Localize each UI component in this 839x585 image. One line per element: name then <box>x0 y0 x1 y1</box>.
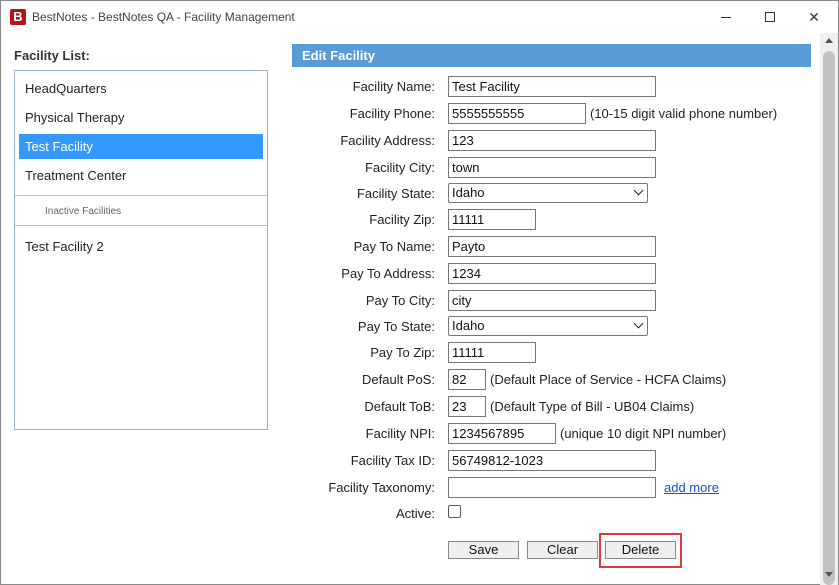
active-checkbox[interactable] <box>448 505 461 518</box>
close-button[interactable]: ✕ <box>792 5 836 29</box>
delete-highlight-box <box>599 533 682 568</box>
minimize-button[interactable] <box>704 5 748 29</box>
facility-state-value: Idaho <box>452 185 485 200</box>
default-tob-hint: (Default Type of Bill - UB04 Claims) <box>490 399 695 414</box>
vertical-scrollbar[interactable] <box>820 33 838 585</box>
facility-npi-label: Facility NPI: <box>365 426 435 441</box>
pay-to-state-label: Pay To State: <box>357 319 435 334</box>
list-divider <box>15 225 267 226</box>
facility-name-row: Facility Name: <box>292 76 811 98</box>
facility-npi-row: Facility NPI: (unique 10 digit NPI numbe… <box>292 423 811 445</box>
facility-management-window: B BestNotes - BestNotes QA - Facility Ma… <box>0 0 839 585</box>
facility-phone-label: Facility Phone: <box>349 106 435 121</box>
pay-to-address-label: Pay To Address: <box>341 266 435 281</box>
title-bar: B BestNotes - BestNotes QA - Facility Ma… <box>1 1 838 33</box>
pay-to-name-row: Pay To Name: <box>292 236 811 258</box>
facility-phone-input[interactable] <box>448 103 586 124</box>
pay-to-address-row: Pay To Address: <box>292 263 811 285</box>
save-button[interactable]: Save <box>448 541 519 559</box>
scroll-down-arrow-icon[interactable] <box>825 572 833 577</box>
minimize-icon <box>721 16 731 18</box>
facility-list: HeadQuarters Physical Therapy Test Facil… <box>14 70 268 430</box>
pay-to-zip-label: Pay To Zip: <box>370 345 435 360</box>
facility-phone-row: Facility Phone: (10-15 digit valid phone… <box>292 103 811 125</box>
pay-to-name-input[interactable] <box>448 236 656 257</box>
default-pos-input[interactable] <box>448 369 486 390</box>
pay-to-state-value: Idaho <box>452 318 485 333</box>
list-item-headquarters[interactable]: HeadQuarters <box>19 76 263 101</box>
facility-address-label: Facility Address: <box>340 133 435 148</box>
edit-facility-header: Edit Facility <box>292 44 811 67</box>
facility-name-label: Facility Name: <box>352 79 435 94</box>
list-item-physical-therapy[interactable]: Physical Therapy <box>19 105 263 130</box>
facility-address-input[interactable] <box>448 130 656 151</box>
default-tob-input[interactable] <box>448 396 486 417</box>
bestnotes-logo-icon: B <box>10 9 26 25</box>
list-item-treatment-center[interactable]: Treatment Center <box>19 163 263 188</box>
pay-to-zip-row: Pay To Zip: <box>292 342 811 364</box>
facility-city-row: Facility City: <box>292 157 811 179</box>
active-label: Active: <box>395 506 435 521</box>
default-pos-label: Default PoS: <box>362 372 435 387</box>
close-icon: ✕ <box>808 8 820 25</box>
facility-state-select[interactable]: Idaho <box>448 183 648 203</box>
facility-zip-row: Facility Zip: <box>292 209 811 231</box>
scroll-up-arrow-icon[interactable] <box>825 38 833 43</box>
pay-to-name-label: Pay To Name: <box>353 239 435 254</box>
list-item-test-facility-2[interactable]: Test Facility 2 <box>19 234 263 259</box>
facility-tax-id-row: Facility Tax ID: <box>292 450 811 472</box>
facility-tax-id-label: Facility Tax ID: <box>350 453 435 468</box>
list-divider <box>15 195 267 196</box>
pay-to-city-row: Pay To City: <box>292 290 811 312</box>
pay-to-address-input[interactable] <box>448 263 656 284</box>
facility-city-input[interactable] <box>448 157 656 178</box>
inactive-facilities-label: Inactive Facilities <box>45 206 122 217</box>
chevron-down-icon <box>633 185 644 196</box>
pay-to-state-row: Pay To State: Idaho <box>292 316 811 338</box>
facility-tax-id-input[interactable] <box>448 450 656 471</box>
pay-to-zip-input[interactable] <box>448 342 536 363</box>
facility-zip-input[interactable] <box>448 209 536 230</box>
default-pos-row: Default PoS: (Default Place of Service -… <box>292 369 811 391</box>
window-title: BestNotes - BestNotes QA - Facility Mana… <box>32 10 295 24</box>
clear-button[interactable]: Clear <box>527 541 598 559</box>
facility-npi-input[interactable] <box>448 423 556 444</box>
pay-to-city-input[interactable] <box>448 290 656 311</box>
facility-phone-hint: (10-15 digit valid phone number) <box>590 106 778 121</box>
default-pos-hint: (Default Place of Service - HCFA Claims) <box>490 372 727 387</box>
scrollbar-thumb[interactable] <box>823 51 835 585</box>
maximize-icon <box>765 12 775 22</box>
facility-taxonomy-label: Facility Taxonomy: <box>328 480 435 495</box>
list-item-test-facility[interactable]: Test Facility <box>19 134 263 159</box>
pay-to-city-label: Pay To City: <box>365 293 435 308</box>
active-row: Active: <box>292 503 811 525</box>
facility-city-label: Facility City: <box>364 160 435 175</box>
facility-taxonomy-input[interactable] <box>448 477 656 498</box>
facility-state-row: Facility State: Idaho <box>292 183 811 205</box>
pay-to-state-select[interactable]: Idaho <box>448 316 648 336</box>
default-tob-label: Default ToB: <box>364 399 435 414</box>
default-tob-row: Default ToB: (Default Type of Bill - UB0… <box>292 396 811 418</box>
add-more-link[interactable]: add more <box>664 480 719 495</box>
facility-zip-label: Facility Zip: <box>369 212 435 227</box>
facility-npi-hint: (unique 10 digit NPI number) <box>560 426 727 441</box>
facility-name-input[interactable] <box>448 76 656 97</box>
chevron-down-icon <box>633 318 644 329</box>
facility-address-row: Facility Address: <box>292 130 811 152</box>
facility-state-label: Facility State: <box>356 186 435 201</box>
facility-list-label: Facility List: <box>14 48 90 63</box>
facility-taxonomy-row: Facility Taxonomy: add more <box>292 477 811 499</box>
maximize-button[interactable] <box>748 5 792 29</box>
